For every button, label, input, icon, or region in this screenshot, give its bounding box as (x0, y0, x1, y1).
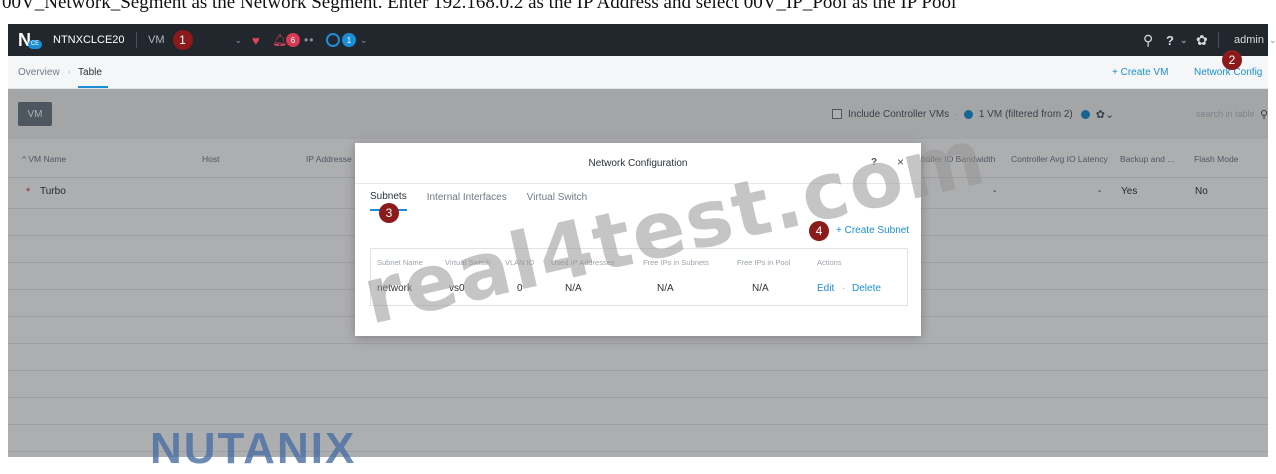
alert-count[interactable]: 6 (286, 24, 300, 56)
chevron-down-icon: ⌄ (234, 34, 243, 45)
tab-internal-interfaces[interactable]: Internal Interfaces (427, 183, 507, 211)
used-ips-cell: N/A (565, 283, 582, 294)
help-menu[interactable]: ? ⌄ (1166, 24, 1188, 56)
subnet-table-header: Subnet Name Virtual Switch VLAN ID Used … (371, 249, 907, 273)
bell-icon[interactable]: 🔔︎ (272, 24, 287, 56)
col-free-ips-pool: Free IPs in Pool (737, 258, 791, 267)
col-subnet-name: Subnet Name (377, 258, 423, 267)
user-name: admin (1234, 34, 1264, 46)
nutanix-logo[interactable]: N CE (18, 24, 42, 56)
task-count[interactable]: 1 ⌄ (342, 24, 368, 56)
divider (1218, 32, 1219, 48)
task-ring-icon[interactable] (326, 24, 340, 56)
chevron-down-icon: ⌄ (360, 34, 368, 45)
close-icon[interactable]: × (897, 155, 904, 169)
task-count-badge: 1 (342, 33, 356, 47)
free-ips-pool-cell: N/A (752, 283, 769, 294)
create-subnet-button[interactable]: + Create Subnet (836, 225, 909, 236)
dialog-header: Network Configuration ? × (355, 143, 921, 184)
crumb-overview[interactable]: Overview (18, 67, 60, 78)
vlan-cell: 0 (517, 283, 523, 294)
delete-link[interactable]: Delete (852, 283, 881, 294)
network-configuration-dialog: Network Configuration ? × Subnets Intern… (355, 143, 921, 336)
top-nav-bar: N CE NTNXCLCE20 VM 1 ⌄ ♥ 🔔︎ 6 •• 1 ⌄ ⚲ ? ⌄… (8, 24, 1276, 56)
gear-icon[interactable]: ✿ (1196, 24, 1208, 56)
help-icon: ? (1166, 32, 1174, 48)
breadcrumb: Overview › Table (18, 56, 108, 88)
action-separator: · (842, 283, 846, 294)
instruction-caption: 00V_Network_Segment as the Network Segme… (0, 0, 1276, 24)
vm-menu[interactable]: VM 1 ⌄ (148, 24, 242, 56)
heart-icon[interactable]: ♥ (252, 24, 260, 56)
more-dots-icon[interactable]: •• (304, 24, 314, 56)
col-free-ips-subnet: Free IPs in Subnets (643, 258, 709, 267)
col-used-ips: Used IP Addresses (551, 258, 615, 267)
step-marker-1: 1 (172, 30, 193, 50)
chevron-down-icon: ⌄ (1268, 34, 1276, 45)
step-marker-2: 2 (1222, 50, 1242, 70)
divider (136, 32, 137, 48)
chevron-down-icon: ⌄ (1179, 34, 1188, 45)
search-icon[interactable]: ⚲ (1143, 24, 1153, 56)
help-icon[interactable]: ? (871, 157, 877, 168)
alert-count-badge: 6 (286, 33, 300, 47)
cluster-name[interactable]: NTNXCLCE20 (53, 24, 125, 56)
col-vlan-id: VLAN ID (505, 258, 535, 267)
vm-menu-label: VM (148, 34, 165, 46)
col-actions: Actions (817, 258, 842, 267)
user-menu[interactable]: admin ⌄ (1234, 24, 1276, 56)
dialog-tabs: Subnets Internal Interfaces Virtual Swit… (370, 183, 607, 211)
crumb-table[interactable]: Table (78, 67, 108, 88)
vswitch-cell: vs0 (449, 283, 465, 294)
sub-navigation: Overview › Table + Create VM Network Con… (8, 56, 1268, 89)
table-row: network vs0 0 N/A N/A N/A Edit · Delete (371, 273, 907, 305)
subnet-table: Subnet Name Virtual Switch VLAN ID Used … (370, 248, 908, 306)
breadcrumb-separator: › (67, 68, 71, 76)
free-ips-subnet-cell: N/A (657, 283, 674, 294)
col-virtual-switch: Virtual Switch (445, 258, 491, 267)
ce-badge: CE (28, 39, 42, 49)
tab-virtual-switch[interactable]: Virtual Switch (527, 183, 587, 211)
step-marker-3: 3 (379, 203, 399, 223)
dialog-title: Network Configuration (588, 157, 688, 169)
nutanix-brand-logo: NUTANIX (150, 424, 357, 473)
subnet-name-cell: network (377, 283, 413, 294)
create-vm-link[interactable]: + Create VM (1112, 56, 1168, 88)
edit-link[interactable]: Edit (817, 283, 834, 294)
step-marker-4: 4 (809, 221, 829, 241)
